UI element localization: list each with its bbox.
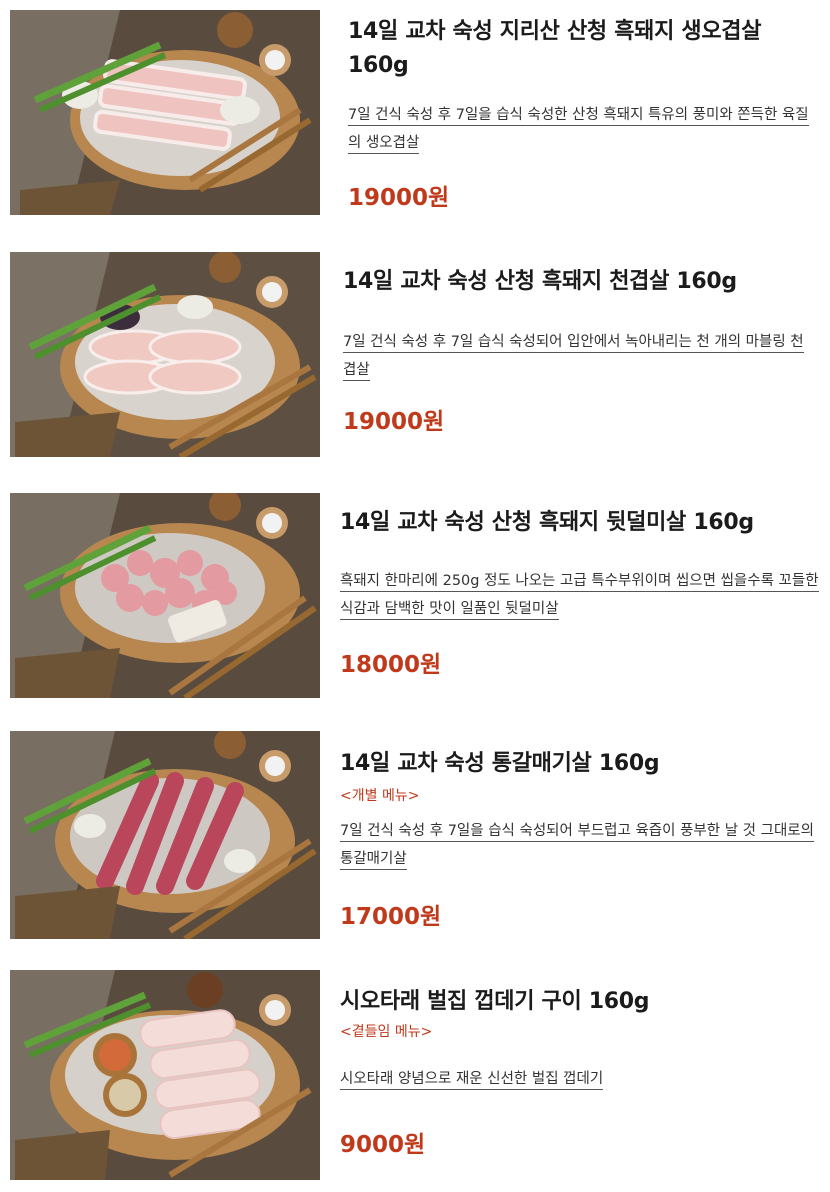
skirt-meat-photo xyxy=(10,731,320,939)
menu-item-description: 7일 건식 숙성 후 7일을 습식 숙성한 산청 흑돼지 특유의 풍미와 쫀득한… xyxy=(348,101,818,157)
menu-item-price: 18000원 xyxy=(340,652,442,678)
menu-item-description: 7일 건식 숙성 후 7일 습식 숙성되어 입안에서 녹아내리는 천 개의 마블… xyxy=(343,328,813,384)
menu-item-description: 7일 건식 숙성 후 7일을 습식 숙성되어 부드럽고 육즙이 풍부한 날 것 … xyxy=(340,817,820,873)
menu-item-tag: <개별 메뉴> xyxy=(340,788,420,804)
menu-item-price: 9000원 xyxy=(340,1132,426,1158)
menu-item[interactable]: 14일 교차 숙성 산청 흑돼지 천겹살 160g 7일 건식 숙성 후 7일 … xyxy=(0,240,830,485)
menu-item-description: 흑돼지 한마리에 250g 정도 나오는 고급 특수부위이며 씹으면 씹을수록 … xyxy=(340,567,820,623)
menu-item[interactable]: 14일 교차 숙성 통갈매기살 160g <개별 메뉴> 7일 건식 숙성 후 … xyxy=(0,725,830,965)
menu-item-description-text: 7일 건식 숙성 후 7일 습식 숙성되어 입안에서 녹아내리는 천 개의 마블… xyxy=(343,334,804,381)
menu-item-title: 14일 교차 숙성 지리산 산청 흑돼지 생오겹살 160g xyxy=(348,19,762,78)
menu-item[interactable]: 14일 교차 숙성 산청 흑돼지 뒷덜미살 160g 흑돼지 한마리에 250g… xyxy=(0,485,830,725)
menu-item-title: 14일 교차 숙성 산청 흑돼지 뒷덜미살 160g xyxy=(340,510,754,535)
menu-item-title: 14일 교차 숙성 산청 흑돼지 천겹살 160g xyxy=(343,269,737,294)
thin-sliced-pork-photo xyxy=(10,252,320,457)
neck-meat-photo xyxy=(10,493,320,698)
menu-item[interactable]: 시오타래 벌집 껍데기 구이 160g <곁들임 메뉴> 시오타래 양념으로 재… xyxy=(0,965,830,1192)
menu-item-description: 시오타래 양념으로 재운 신선한 벌집 껍데기 xyxy=(340,1065,820,1093)
menu-item-description-text: 흑돼지 한마리에 250g 정도 나오는 고급 특수부위이며 씹으면 씹을수록 … xyxy=(340,573,819,620)
menu-item-price: 19000원 xyxy=(343,409,445,435)
menu-item-price: 17000원 xyxy=(340,904,442,930)
menu-item-description-text: 7일 건식 숙성 후 7일을 습식 숙성되어 부드럽고 육즙이 풍부한 날 것 … xyxy=(340,823,814,870)
menu-item-title: 시오타래 벌집 껍데기 구이 160g xyxy=(340,989,650,1014)
menu-item[interactable]: 14일 교차 숙성 지리산 산청 흑돼지 생오겹살 160g 7일 건식 숙성 … xyxy=(0,0,830,240)
pork-skin-photo xyxy=(10,970,320,1180)
pork-belly-photo xyxy=(10,10,320,215)
menu-item-tag: <곁들임 메뉴> xyxy=(340,1024,433,1040)
menu-item-title: 14일 교차 숙성 통갈매기살 160g xyxy=(340,751,660,776)
menu-item-description-text: 7일 건식 숙성 후 7일을 습식 숙성한 산청 흑돼지 특유의 풍미와 쫀득한… xyxy=(348,107,809,154)
menu-list: 14일 교차 숙성 지리산 산청 흑돼지 생오겹살 160g 7일 건식 숙성 … xyxy=(0,0,830,1192)
menu-item-description-text: 시오타래 양념으로 재운 신선한 벌집 껍데기 xyxy=(340,1071,604,1090)
menu-item-price: 19000원 xyxy=(348,185,450,211)
